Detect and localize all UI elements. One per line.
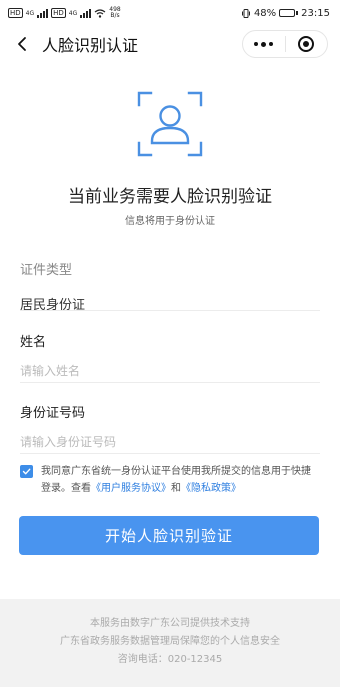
status-right: 48% 23:15 xyxy=(241,8,330,19)
agreement-and: 和 xyxy=(171,483,181,494)
sim1-badge: HD xyxy=(8,8,23,18)
agree-checkbox[interactable] xyxy=(20,465,33,478)
name-field: 姓名 xyxy=(20,331,320,383)
agreement-text: 我同意广东省统一身份认证平台使用我所提交的信息用于快捷登录。查看《用户服务协议》… xyxy=(41,463,320,497)
nav-bar: 人脸识别认证 xyxy=(0,26,340,62)
id-number-input[interactable] xyxy=(20,435,320,449)
name-label: 姓名 xyxy=(20,335,47,350)
footer-line-1: 本服务由数字广东公司提供技术支持 xyxy=(90,618,250,629)
target-icon xyxy=(298,36,315,52)
signal1-icon xyxy=(37,8,49,18)
more-dots-icon xyxy=(254,41,274,47)
back-button[interactable] xyxy=(4,26,40,62)
close-miniprogram-button[interactable] xyxy=(286,31,328,57)
id-number-field: 身份证号码 xyxy=(20,402,320,454)
page-title: 当前业务需要人脸识别验证 xyxy=(68,187,272,207)
face-scan-icon xyxy=(137,91,203,157)
divider xyxy=(20,382,320,383)
capsule-menu xyxy=(242,30,328,58)
chevron-left-icon xyxy=(18,37,26,51)
divider xyxy=(20,310,320,311)
id-number-label: 身份证号码 xyxy=(20,406,86,421)
sim2-badge: HD xyxy=(51,8,66,18)
clock: 23:15 xyxy=(301,7,330,19)
battery-icon xyxy=(279,9,299,17)
footer: 本服务由数字广东公司提供技术支持 广东省政务服务数据管理局保障您的个人信息安全 … xyxy=(0,599,340,687)
vibrate-icon xyxy=(241,8,250,18)
footer-line-2: 广东省政务服务数据管理局保障您的个人信息安全 xyxy=(60,636,280,647)
id-type-field[interactable]: 证件类型 居民身份证 xyxy=(20,259,320,313)
check-icon xyxy=(22,468,31,475)
status-left: HD 4G HD 4G 498 B/s xyxy=(8,7,121,19)
wifi-icon xyxy=(94,8,106,18)
net2-label: 4G xyxy=(68,9,78,17)
divider xyxy=(20,453,320,454)
net-speed: 498 B/s xyxy=(109,7,120,19)
status-bar: HD 4G HD 4G 498 B/s 48% 23:15 xyxy=(0,0,340,26)
more-button[interactable] xyxy=(243,31,285,57)
footer-hotline: 咨询电话：020-12345 xyxy=(117,654,223,665)
user-agreement-link[interactable]: 《用户服务协议》 xyxy=(91,483,171,494)
nav-title: 人脸识别认证 xyxy=(42,36,139,55)
name-input[interactable] xyxy=(20,364,320,378)
net1-label: 4G xyxy=(25,9,35,17)
net-speed-unit: B/s xyxy=(110,12,120,19)
id-type-label: 证件类型 xyxy=(20,263,73,278)
agreement: 我同意广东省统一身份认证平台使用我所提交的信息用于快捷登录。查看《用户服务协议》… xyxy=(20,463,320,497)
signal2-icon xyxy=(80,8,92,18)
page-subtitle: 信息将用于身份认证 xyxy=(125,216,215,227)
start-face-verify-button[interactable]: 开始人脸识别验证 xyxy=(19,516,319,555)
privacy-policy-link[interactable]: 《隐私政策》 xyxy=(181,483,241,494)
battery-percent: 48% xyxy=(253,7,277,19)
